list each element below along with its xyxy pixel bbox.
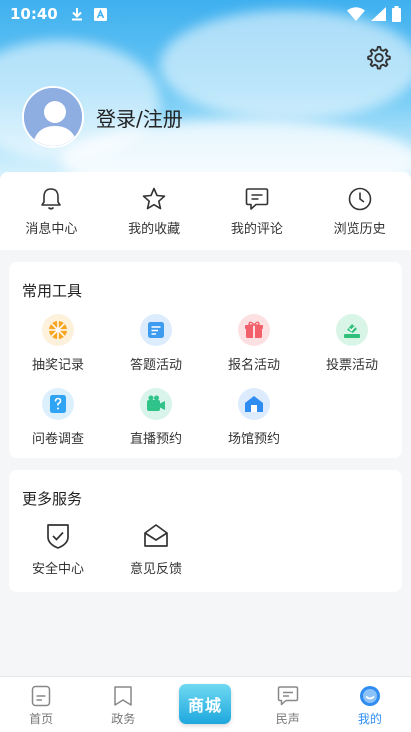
section-title: 更多服务	[22, 490, 83, 508]
login-register-link[interactable]: 登录/注册	[96, 103, 183, 132]
tool-label: 场馆预约	[227, 432, 280, 447]
me-icon	[359, 686, 380, 706]
quick-item-history[interactable]: 浏览历史	[308, 186, 411, 250]
tool-label: 答题活动	[129, 358, 182, 373]
comment-icon	[245, 188, 269, 210]
nav-mine[interactable]: 我的	[329, 677, 411, 732]
tool-label: 问卷调查	[31, 432, 84, 447]
user-avatar-icon	[24, 88, 82, 146]
quick-item-label: 我的收藏	[128, 222, 181, 237]
wifi-icon	[347, 7, 365, 21]
tool-label: 直播预约	[129, 432, 182, 447]
battery-icon	[392, 6, 401, 22]
nav-public-voice[interactable]: 民声	[247, 677, 329, 732]
nav-label: 我的	[357, 712, 382, 726]
quick-item-label: 消息中心	[25, 222, 78, 237]
shield-icon	[47, 524, 69, 549]
clock-icon	[348, 187, 371, 211]
venue-icon	[238, 388, 270, 420]
envelope-icon	[144, 524, 168, 547]
tool-lottery-records[interactable]: 抽奖记录	[9, 314, 107, 373]
service-label: 意见反馈	[129, 562, 182, 577]
tool-vote-activity[interactable]: 投票活动	[303, 314, 401, 373]
quick-item-label: 浏览历史	[333, 222, 386, 237]
quick-item-comments[interactable]: 我的评论	[206, 186, 309, 250]
tool-label: 抽奖记录	[31, 358, 84, 373]
tool-label: 报名活动	[227, 358, 280, 373]
vote-icon	[336, 314, 368, 346]
lottery-icon	[42, 314, 74, 346]
services-card: 更多服务 安全中心 意见反馈	[9, 470, 402, 592]
tool-live-reservation[interactable]: 直播预约	[107, 388, 205, 447]
tool-quiz-activity[interactable]: 答题活动	[107, 314, 205, 373]
quick-actions: 消息中心 我的收藏 我的评论 浏览历史	[0, 172, 411, 250]
download-icon	[71, 8, 82, 21]
quiz-icon	[140, 314, 172, 346]
tool-venue-reservation[interactable]: 场馆预约	[205, 388, 303, 447]
star-icon	[142, 187, 166, 210]
tool-label: 投票活动	[325, 358, 378, 373]
nav-home[interactable]: 首页	[0, 677, 82, 732]
settings-button[interactable]	[365, 44, 393, 72]
bookmark-icon	[114, 686, 133, 706]
quick-item-label: 我的评论	[230, 222, 283, 237]
nav-label: 政务	[111, 712, 136, 726]
section-title: 常用工具	[22, 282, 83, 300]
login-entry[interactable]: 登录/注册	[22, 86, 183, 148]
home-doc-icon	[31, 685, 51, 707]
live-icon	[140, 388, 172, 420]
quick-item-messages[interactable]: 消息中心	[0, 186, 103, 250]
avatar[interactable]	[22, 86, 84, 148]
status-bar: 10:40	[0, 0, 411, 28]
profile-header: 10:40 登录/注册	[0, 0, 411, 200]
tool-survey[interactable]: 问卷调查	[9, 388, 107, 447]
signal-icon	[371, 7, 386, 21]
gift-icon	[238, 314, 270, 346]
keyboard-a-icon	[93, 7, 107, 21]
status-time: 10:40	[10, 5, 58, 23]
quick-item-favorites[interactable]: 我的收藏	[103, 186, 206, 250]
mall-label: 商城	[187, 696, 222, 715]
nav-label: 首页	[29, 712, 54, 726]
nav-label: 民声	[275, 712, 300, 726]
chat-icon	[277, 686, 298, 706]
question-icon	[42, 388, 74, 420]
bell-icon	[41, 188, 62, 210]
service-security-center[interactable]: 安全中心	[9, 522, 107, 577]
tools-card: 常用工具 抽奖记录 答题活动 报名活动 投票活动 问卷调查 直播预约 场馆预约	[9, 262, 402, 458]
service-label: 安全中心	[31, 562, 84, 577]
nav-government[interactable]: 政务	[82, 677, 164, 732]
gear-icon	[367, 45, 391, 70]
mall-button[interactable]: 商城	[179, 684, 231, 724]
service-feedback[interactable]: 意见反馈	[107, 522, 205, 577]
tool-registration-activity[interactable]: 报名活动	[205, 314, 303, 373]
